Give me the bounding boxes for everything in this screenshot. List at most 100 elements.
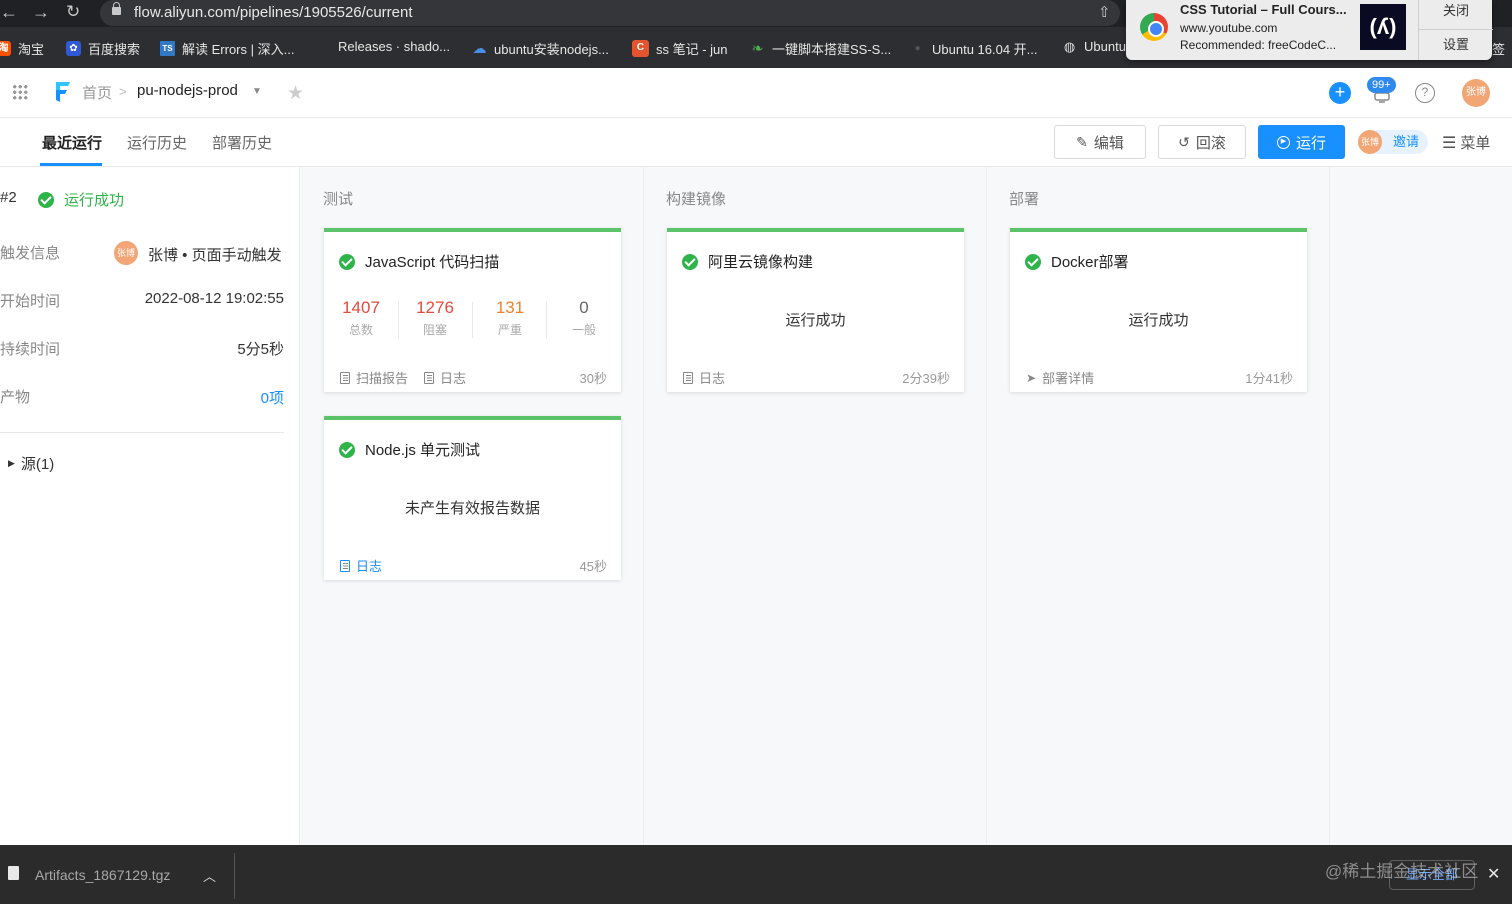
stat-blocking[interactable]: 1276 阻塞 bbox=[400, 298, 470, 338]
success-check-icon bbox=[38, 191, 54, 208]
lock-icon bbox=[112, 2, 121, 15]
watermark: @稀土掘金技术社区 bbox=[1325, 862, 1479, 881]
close-icon[interactable]: ✕ bbox=[1487, 864, 1500, 884]
job-message: 未产生有效报告数据 bbox=[404, 500, 540, 517]
job-card-image-build[interactable]: 阿里云镜像构建 运行成功 日志 2分39秒 bbox=[667, 228, 964, 392]
file-icon bbox=[8, 866, 19, 880]
stage-name-deploy: 部署 bbox=[1009, 191, 1040, 208]
run-button[interactable]: ▶ 运行 bbox=[1258, 125, 1345, 159]
job-card-docker-deploy[interactable]: Docker部署 运行成功 ➤ 部署详情 1分41秒 bbox=[1010, 228, 1307, 392]
artifacts-link[interactable]: 0项 bbox=[200, 387, 284, 408]
bookmark-ss-script[interactable]: ❧ 一键脚本搭建SS-S... bbox=[750, 39, 892, 58]
user-avatar[interactable]: 张博 bbox=[1462, 79, 1490, 107]
deploy-details-link[interactable]: 部署详情 bbox=[1042, 368, 1094, 387]
log-icon bbox=[683, 371, 693, 384]
duration-value: 5分5秒 bbox=[237, 341, 284, 358]
notification-settings-button[interactable]: 设置 bbox=[1419, 34, 1493, 64]
bookmark-ubuntu-1604[interactable]: ● Ubuntu 16.04 开... bbox=[910, 39, 1037, 58]
tab-run-history[interactable]: 运行历史 bbox=[127, 132, 187, 153]
bookmark-taobao[interactable]: 淘淘宝 bbox=[0, 39, 44, 58]
notification-body: Recommended: freeCodeC... bbox=[1180, 38, 1337, 52]
chevron-up-icon[interactable]: ︿ bbox=[203, 866, 216, 885]
apps-grid-icon[interactable] bbox=[12, 84, 28, 100]
ubuntu-icon: ◍ bbox=[1063, 39, 1076, 54]
run-number: #2 bbox=[0, 189, 17, 206]
chrome-logo-icon bbox=[1140, 13, 1168, 41]
job-message: 运行成功 bbox=[785, 312, 846, 329]
success-check-icon bbox=[1025, 253, 1041, 270]
start-time-label: 开始时间 bbox=[0, 293, 61, 310]
job-duration: 30秒 bbox=[579, 371, 607, 386]
bookmark-trailing[interactable]: 签 bbox=[1492, 39, 1505, 58]
bookmark-ss-notes[interactable]: Css 笔记 - jun bbox=[632, 39, 728, 58]
trigger-label: 触发信息 bbox=[0, 245, 61, 262]
stat-critical[interactable]: 131 严重 bbox=[475, 298, 545, 338]
source-toggle[interactable]: ▶ 源(1) bbox=[8, 453, 54, 474]
stat-normal[interactable]: 0 一般 bbox=[549, 298, 619, 338]
notification-close-button[interactable]: 关闭 bbox=[1419, 0, 1493, 30]
success-check-icon bbox=[339, 253, 355, 270]
share-icon[interactable]: ⇧ bbox=[1098, 3, 1111, 21]
rollback-button[interactable]: ↺ 回滚 bbox=[1158, 125, 1246, 159]
job-title: Node.js 单元测试 bbox=[365, 442, 481, 459]
job-card-unit-test[interactable]: Node.js 单元测试 未产生有效报告数据 日志 45秒 bbox=[324, 416, 621, 580]
history-icon: ↺ bbox=[1178, 133, 1190, 150]
bookmark-releases[interactable]: Releases · shado... bbox=[316, 39, 450, 54]
menu-button[interactable]: ☰ 菜单 bbox=[1442, 132, 1490, 153]
star-icon[interactable]: ★ bbox=[287, 82, 304, 105]
log-link[interactable]: 日志 bbox=[356, 556, 382, 575]
stage-name-build: 构建镜像 bbox=[666, 191, 727, 208]
invite-button[interactable]: 邀请 bbox=[1376, 130, 1428, 154]
start-time-value: 2022-08-12 19:02:55 bbox=[144, 290, 284, 307]
artifacts-label: 产物 bbox=[0, 389, 31, 406]
notification-title: CSS Tutorial – Full Cours... bbox=[1180, 2, 1347, 17]
url-input[interactable]: flow.aliyun.com/pipelines/1905526/curren… bbox=[100, 0, 1120, 26]
create-plus-icon[interactable]: + bbox=[1329, 82, 1351, 104]
back-icon[interactable]: ← bbox=[0, 2, 18, 23]
c-icon: C bbox=[632, 40, 649, 57]
flow-logo-icon[interactable] bbox=[52, 80, 72, 104]
bookmark-ubuntu-nodejs[interactable]: ☁ ubuntu安装nodejs... bbox=[472, 39, 609, 58]
stage-column-empty bbox=[1330, 167, 1512, 845]
job-title: JavaScript 代码扫描 bbox=[365, 254, 500, 271]
divider bbox=[234, 853, 235, 899]
download-filename[interactable]: Artifacts_1867129.tgz bbox=[35, 867, 170, 883]
divider bbox=[0, 432, 284, 433]
bookmark-errors[interactable]: TS 解读 Errors | 深入... bbox=[160, 39, 294, 58]
reload-icon[interactable]: ↻ bbox=[66, 2, 80, 22]
help-icon[interactable]: ? bbox=[1415, 83, 1435, 103]
log-link[interactable]: 日志 bbox=[440, 368, 466, 387]
scan-report-link[interactable]: 扫描报告 bbox=[356, 368, 408, 387]
baidu-icon: ✿ bbox=[66, 41, 81, 56]
success-check-icon bbox=[682, 253, 698, 270]
job-card-js-scan[interactable]: JavaScript 代码扫描 1407 总数 1276 阻塞 131 严重 0 一般 … bbox=[324, 228, 621, 392]
github-icon: ● bbox=[914, 43, 921, 54]
pipeline-name[interactable]: pu-nodejs-prod bbox=[137, 82, 238, 99]
leaf-icon: ❧ bbox=[751, 40, 764, 56]
bookmark-ubuntu[interactable]: ◍ Ubuntu bbox=[1062, 39, 1126, 54]
chevron-down-icon[interactable]: ▼ bbox=[252, 86, 262, 97]
caret-right-icon: ▶ bbox=[8, 458, 15, 468]
bookmark-baidu[interactable]: ✿ 百度搜索 bbox=[66, 39, 140, 58]
job-duration: 2分39秒 bbox=[902, 371, 950, 386]
stat-total[interactable]: 1407 总数 bbox=[326, 298, 396, 338]
tab-recent-runs[interactable]: 最近运行 bbox=[42, 132, 102, 153]
active-tab-indicator bbox=[40, 163, 102, 166]
job-title: Docker部署 bbox=[1051, 254, 1129, 271]
edit-button[interactable]: ✎ 编辑 bbox=[1054, 125, 1146, 159]
run-status: 运行成功 bbox=[38, 189, 124, 210]
play-circle-icon: ▶ bbox=[1276, 135, 1290, 149]
job-duration: 1分41秒 bbox=[1245, 371, 1293, 386]
taobao-icon: 淘 bbox=[0, 41, 11, 56]
forward-icon[interactable]: → bbox=[32, 2, 50, 23]
tab-deploy-history[interactable]: 部署历史 bbox=[212, 132, 272, 153]
freecodecamp-logo-icon: (ʎ) bbox=[1360, 4, 1406, 50]
job-title: 阿里云镜像构建 bbox=[708, 254, 814, 271]
notification-site: www.youtube.com bbox=[1180, 21, 1278, 35]
report-icon bbox=[340, 371, 350, 384]
breadcrumb-home[interactable]: 首页 bbox=[82, 82, 112, 103]
log-link[interactable]: 日志 bbox=[699, 368, 725, 387]
job-duration: 45秒 bbox=[579, 559, 607, 574]
menu-icon: ☰ bbox=[1442, 134, 1457, 152]
trigger-avatar: 张博 bbox=[114, 241, 138, 265]
